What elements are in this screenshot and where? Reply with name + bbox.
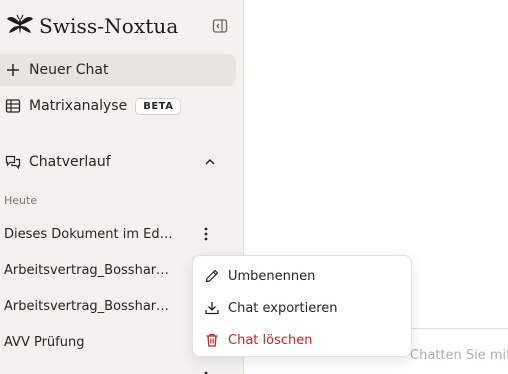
more-vertical-icon[interactable]	[198, 370, 214, 374]
download-icon	[205, 302, 219, 315]
list-item[interactable]: Dieses Dokument im Editor	[0, 218, 236, 250]
new-chat-label: Neuer Chat	[29, 62, 109, 78]
delete-menu-item[interactable]: Chat löschen	[193, 324, 413, 356]
trash-icon	[206, 333, 218, 347]
beta-badge: BETA	[135, 97, 182, 115]
group-label-today: Heute	[4, 194, 38, 207]
chevron-up-icon[interactable]	[204, 156, 216, 168]
logo-text: Swiss-Noxtua	[39, 14, 179, 38]
sidebar-item-matrixanalyse[interactable]: Matrixanalyse BETA	[0, 90, 236, 122]
chat-context-menu: Umbenennen Chat exportieren Chat löschen	[192, 255, 412, 357]
export-label: Chat exportieren	[228, 300, 338, 316]
rename-menu-item[interactable]: Umbenennen	[193, 260, 413, 292]
matrix-label: Matrixanalyse	[29, 98, 128, 114]
delete-label: Chat löschen	[228, 332, 313, 348]
logo: Swiss-Noxtua	[6, 12, 238, 40]
chat-history-section[interactable]: Chatverlauf	[0, 148, 236, 176]
more-vertical-icon[interactable]	[198, 226, 214, 242]
chat-title: Arbeitsvertrag_Bosshard.pdf	[4, 262, 176, 278]
plus-icon	[7, 64, 19, 76]
export-menu-item[interactable]: Chat exportieren	[193, 292, 413, 324]
chat-title: AVV Prüfung	[4, 334, 85, 350]
table-icon	[5, 99, 21, 113]
chat-input[interactable]: Chatten Sie mit	[410, 348, 508, 363]
moth-logo-icon	[7, 14, 33, 34]
sidebar-collapse-icon[interactable]	[212, 18, 228, 34]
chat-title: Arbeitsvertrag_Bosshard.pdf	[4, 298, 176, 314]
chat-bubbles-icon	[5, 155, 21, 170]
list-item[interactable]	[0, 362, 236, 374]
chat-history-label: Chatverlauf	[29, 154, 111, 170]
rename-label: Umbenennen	[228, 268, 316, 284]
new-chat-button[interactable]: Neuer Chat	[0, 54, 236, 86]
chat-title: Dieses Dokument im Editor	[4, 226, 176, 242]
pencil-icon	[205, 269, 219, 283]
